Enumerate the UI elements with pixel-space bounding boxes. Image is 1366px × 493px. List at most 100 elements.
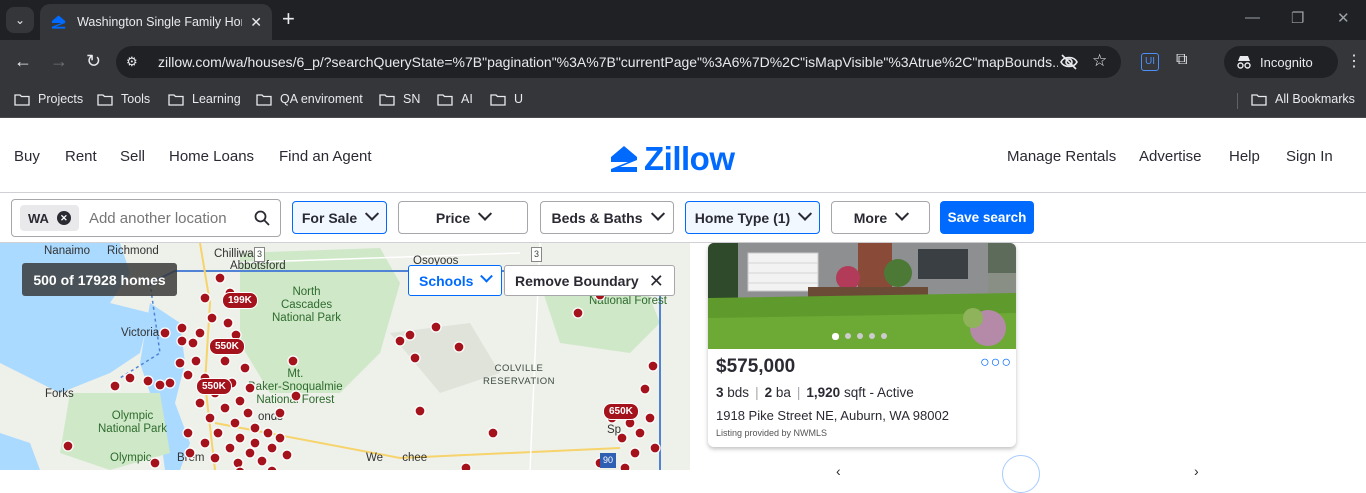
listing-marker[interactable]: [182, 369, 194, 381]
nav-find-agent[interactable]: Find an Agent: [279, 148, 372, 165]
listing-photo[interactable]: [708, 243, 1016, 349]
listing-marker[interactable]: [209, 452, 221, 464]
listing-marker[interactable]: [234, 432, 246, 444]
minimize-icon[interactable]: —: [1245, 9, 1260, 26]
price-marker[interactable]: 199K: [222, 292, 258, 309]
incognito-indicator[interactable]: Incognito: [1224, 46, 1338, 78]
listing-marker[interactable]: [199, 292, 211, 304]
listing-marker[interactable]: [194, 327, 206, 339]
carousel-dot[interactable]: [881, 333, 887, 339]
listing-marker[interactable]: [174, 357, 186, 369]
listing-marker[interactable]: [647, 360, 659, 372]
nav-home-loans[interactable]: Home Loans: [169, 148, 254, 165]
listing-marker[interactable]: [256, 455, 268, 467]
listing-marker[interactable]: [244, 382, 256, 394]
browser-menu-icon[interactable]: ⋮: [1346, 51, 1362, 71]
address-bar[interactable]: ⚙ zillow.com/wa/houses/6_p/?searchQueryS…: [116, 46, 1121, 78]
listing-marker[interactable]: [619, 462, 631, 470]
next-page-icon[interactable]: ›: [1194, 463, 1199, 479]
tab-close-icon[interactable]: ✕: [250, 14, 262, 31]
listing-marker[interactable]: [409, 352, 421, 364]
photo-carousel-dots[interactable]: [832, 333, 893, 340]
back-icon[interactable]: ←: [14, 51, 32, 71]
listing-marker[interactable]: [212, 427, 224, 439]
listing-marker[interactable]: [124, 372, 136, 384]
zillow-logo[interactable]: Zillow: [610, 140, 735, 178]
extensions-puzzle-icon[interactable]: ⧉: [1176, 51, 1187, 69]
listing-marker[interactable]: [154, 379, 166, 391]
restore-icon[interactable]: ❐: [1291, 9, 1304, 27]
site-info-icon[interactable]: ⚙: [126, 54, 146, 70]
listing-marker[interactable]: [239, 362, 251, 374]
listing-marker[interactable]: [222, 317, 234, 329]
carousel-dot[interactable]: [832, 333, 839, 340]
nav-manage-rentals[interactable]: Manage Rentals: [1007, 148, 1116, 165]
nav-help[interactable]: Help: [1229, 148, 1260, 165]
tab-search-button[interactable]: ⌄: [6, 7, 34, 33]
bookmark-folder[interactable]: Projects: [14, 92, 83, 106]
listing-marker[interactable]: [109, 380, 121, 392]
listing-marker[interactable]: [214, 272, 226, 284]
price-marker[interactable]: 550K: [209, 338, 245, 355]
bookmark-folder[interactable]: AI: [437, 92, 473, 106]
listing-marker[interactable]: [404, 329, 416, 341]
listing-marker[interactable]: [290, 390, 302, 402]
carousel-dot[interactable]: [857, 333, 863, 339]
bookmark-folder[interactable]: SN: [379, 92, 420, 106]
listing-marker[interactable]: [244, 447, 256, 459]
listing-marker[interactable]: [414, 405, 426, 417]
for-sale-filter-button[interactable]: For Sale: [292, 201, 387, 234]
price-filter-button[interactable]: Price: [398, 201, 528, 234]
address-url[interactable]: zillow.com/wa/houses/6_p/?searchQuerySta…: [158, 54, 1058, 70]
bookmark-star-icon[interactable]: ☆: [1092, 51, 1107, 71]
listing-marker[interactable]: [204, 412, 216, 424]
extension-ui-icon[interactable]: UI: [1141, 53, 1159, 71]
eye-slash-icon[interactable]: [1059, 53, 1079, 71]
location-search-box[interactable]: WA ✕: [11, 199, 281, 237]
listing-marker[interactable]: [644, 412, 656, 424]
listing-marker[interactable]: [164, 377, 176, 389]
listing-marker[interactable]: [159, 327, 171, 339]
listing-marker[interactable]: [62, 440, 74, 452]
listing-marker[interactable]: [176, 335, 188, 347]
page-indicator[interactable]: [1002, 455, 1040, 493]
listing-marker[interactable]: [453, 341, 465, 353]
listing-marker[interactable]: [249, 437, 261, 449]
listing-marker[interactable]: [616, 432, 628, 444]
search-icon[interactable]: [254, 210, 270, 226]
listing-marker[interactable]: [572, 307, 584, 319]
previous-page-icon[interactable]: ‹: [836, 463, 841, 479]
price-marker[interactable]: 550K: [196, 378, 232, 395]
nav-sign-in[interactable]: Sign In: [1286, 148, 1333, 165]
carousel-dot[interactable]: [845, 333, 851, 339]
listing-marker[interactable]: [184, 447, 196, 459]
listing-marker[interactable]: [287, 355, 299, 367]
save-search-button[interactable]: Save search: [940, 201, 1034, 234]
bookmark-folder[interactable]: Tools: [97, 92, 150, 106]
listing-marker[interactable]: [430, 321, 442, 333]
listing-marker[interactable]: [206, 312, 218, 324]
more-filter-button[interactable]: More: [831, 201, 930, 234]
listing-marker[interactable]: [487, 427, 499, 439]
schools-toggle-button[interactable]: Schools: [408, 265, 503, 296]
listing-marker[interactable]: [274, 432, 286, 444]
new-tab-icon[interactable]: +: [282, 8, 295, 30]
listing-marker[interactable]: [281, 449, 293, 461]
bookmark-folder[interactable]: U: [490, 92, 523, 106]
listing-marker[interactable]: [649, 442, 661, 454]
listing-marker[interactable]: [229, 417, 241, 429]
nav-advertise[interactable]: Advertise: [1139, 148, 1202, 165]
location-chip[interactable]: WA ✕: [20, 205, 79, 231]
nav-rent[interactable]: Rent: [65, 148, 97, 165]
listing-marker[interactable]: [194, 397, 206, 409]
home-type-filter-button[interactable]: Home Type (1): [685, 201, 820, 234]
nav-buy[interactable]: Buy: [14, 148, 40, 165]
listing-marker[interactable]: [460, 462, 472, 470]
listing-marker[interactable]: [199, 437, 211, 449]
browser-tab-active[interactable]: Washington Single Family Homes For Sale …: [40, 4, 272, 40]
listing-marker[interactable]: [182, 427, 194, 439]
nav-sell[interactable]: Sell: [120, 148, 145, 165]
bookmark-folder[interactable]: Learning: [168, 92, 241, 106]
all-bookmarks-button[interactable]: All Bookmarks: [1251, 92, 1355, 106]
window-close-icon[interactable]: ✕: [1337, 9, 1350, 27]
